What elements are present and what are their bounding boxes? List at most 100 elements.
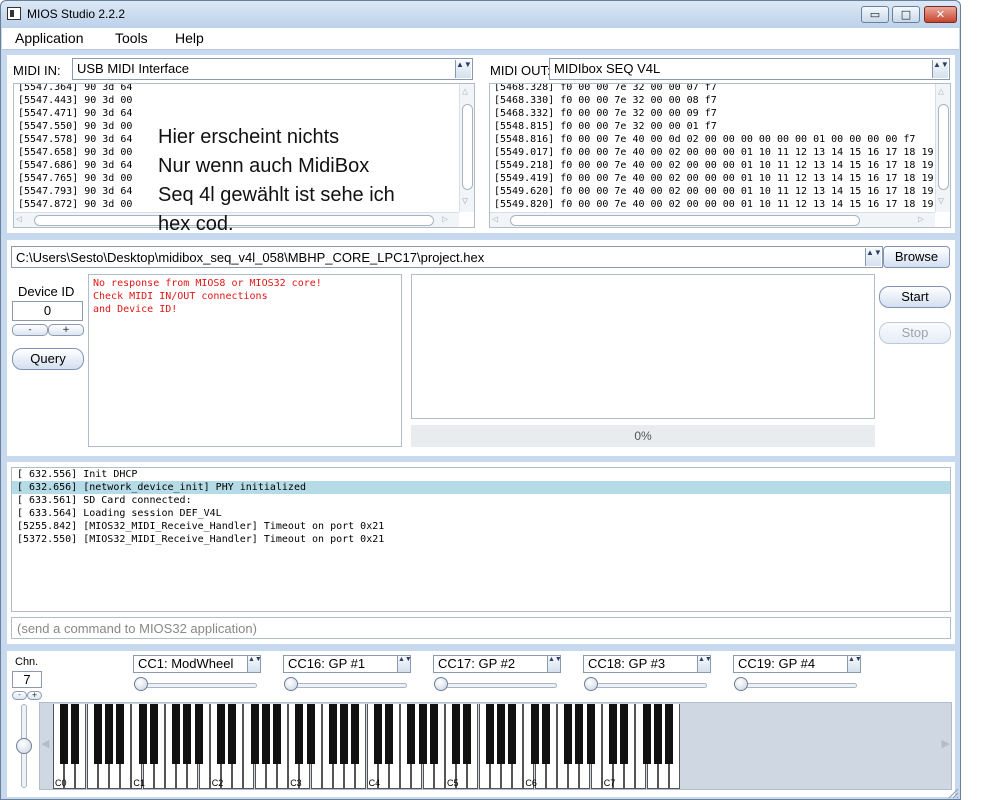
black-key[interactable] bbox=[116, 704, 125, 764]
close-button[interactable]: ✕ bbox=[924, 6, 957, 23]
scroll-up-icon[interactable]: △ bbox=[938, 86, 944, 98]
midi-out-vscrollbar[interactable]: △ ▽ bbox=[935, 84, 950, 212]
black-key[interactable] bbox=[530, 704, 539, 764]
channel-increment[interactable]: + bbox=[27, 691, 42, 700]
black-key[interactable] bbox=[228, 704, 237, 764]
cc-select[interactable]: CC1: ModWheel ▲▼ bbox=[133, 655, 262, 673]
cc-slider-knob[interactable] bbox=[434, 677, 448, 691]
menu-application[interactable]: Application bbox=[15, 30, 84, 46]
channel-field[interactable]: 7 bbox=[12, 671, 42, 688]
splitter-handle[interactable] bbox=[7, 234, 955, 239]
minimize-button[interactable]: ▭ bbox=[861, 6, 889, 23]
midi-out-select[interactable]: MIDIbox SEQ V4L ▲▼ bbox=[549, 58, 950, 80]
scroll-thumb[interactable] bbox=[938, 104, 949, 190]
keyboard-right-arrow-icon[interactable]: ▶ bbox=[942, 737, 950, 750]
scroll-down-icon[interactable]: ▽ bbox=[938, 196, 944, 208]
black-key[interactable] bbox=[609, 704, 617, 764]
black-key[interactable] bbox=[642, 704, 651, 764]
black-key[interactable] bbox=[306, 704, 315, 764]
command-input[interactable]: (send a command to MIOS32 application) bbox=[11, 617, 951, 639]
menu-tools[interactable]: Tools bbox=[115, 30, 148, 46]
black-key[interactable] bbox=[407, 704, 416, 764]
black-key[interactable] bbox=[586, 704, 595, 764]
splitter-handle[interactable] bbox=[7, 645, 955, 650]
black-key[interactable] bbox=[351, 704, 360, 764]
black-key[interactable] bbox=[385, 704, 393, 764]
black-key[interactable] bbox=[575, 704, 584, 764]
cc-slider-knob[interactable] bbox=[584, 677, 598, 691]
midi-out-monitor[interactable]: [5468.328] f0 00 00 7e 32 00 00 07 f7 [54… bbox=[489, 83, 951, 228]
title-bar[interactable]: MIOS Studio 2.2.2 ▭ □ ✕ bbox=[1, 1, 960, 28]
black-key[interactable] bbox=[497, 704, 505, 764]
cc-slider-track[interactable] bbox=[739, 683, 857, 688]
black-key[interactable] bbox=[564, 704, 573, 764]
black-key[interactable] bbox=[60, 704, 69, 764]
log-line: [5547.550] 90 3d 00 bbox=[18, 121, 133, 132]
stop-button[interactable]: Stop bbox=[879, 322, 951, 344]
black-key[interactable] bbox=[71, 704, 80, 764]
scroll-left-icon[interactable]: ◁ bbox=[492, 214, 498, 226]
browse-button[interactable]: Browse bbox=[883, 246, 950, 268]
cc-slider-track[interactable] bbox=[289, 683, 407, 688]
black-key[interactable] bbox=[429, 704, 438, 764]
scroll-up-icon[interactable]: △ bbox=[462, 86, 468, 98]
terminal-output[interactable]: [ 632.556] Init DHCP[ 632.656] [network_… bbox=[11, 467, 951, 612]
device-id-decrement[interactable]: - bbox=[12, 324, 48, 336]
chevron-updown-icon: ▲▼ bbox=[455, 60, 472, 78]
black-key[interactable] bbox=[273, 704, 281, 764]
black-key[interactable] bbox=[93, 704, 102, 764]
cc-select[interactable]: CC17: GP #2 ▲▼ bbox=[433, 655, 562, 673]
black-key[interactable] bbox=[194, 704, 203, 764]
menu-help[interactable]: Help bbox=[175, 30, 204, 46]
black-key[interactable] bbox=[463, 704, 472, 764]
black-key[interactable] bbox=[295, 704, 304, 764]
scroll-right-icon[interactable]: ▷ bbox=[918, 214, 924, 226]
cc-slider-knob[interactable] bbox=[284, 677, 298, 691]
channel-decrement[interactable]: - bbox=[12, 691, 27, 700]
black-key[interactable] bbox=[183, 704, 192, 764]
black-key[interactable] bbox=[508, 704, 517, 764]
black-key[interactable] bbox=[541, 704, 550, 764]
piano-keyboard[interactable]: ◀ ▶ C0 C1 C2 C3 C4 C5 C6 C7 bbox=[39, 702, 952, 790]
pitch-wheel-knob[interactable] bbox=[16, 738, 32, 754]
black-key[interactable] bbox=[418, 704, 427, 764]
black-key[interactable] bbox=[653, 704, 662, 764]
cc-slider-knob[interactable] bbox=[134, 677, 148, 691]
black-key[interactable] bbox=[340, 704, 349, 764]
device-id-increment[interactable]: + bbox=[48, 324, 84, 336]
black-key[interactable] bbox=[620, 704, 629, 764]
resize-grip-icon[interactable] bbox=[947, 787, 959, 799]
black-key[interactable] bbox=[217, 704, 225, 764]
scroll-thumb[interactable] bbox=[510, 215, 860, 226]
black-key[interactable] bbox=[149, 704, 158, 764]
scroll-left-icon[interactable]: ◁ bbox=[16, 214, 22, 226]
cc-slider-track[interactable] bbox=[589, 683, 707, 688]
black-key[interactable] bbox=[373, 704, 382, 764]
black-key[interactable] bbox=[105, 704, 113, 764]
start-button[interactable]: Start bbox=[879, 286, 951, 308]
black-key[interactable] bbox=[172, 704, 181, 764]
midi-in-select[interactable]: USB MIDI Interface ▲▼ bbox=[72, 58, 473, 80]
keyboard-left-arrow-icon[interactable]: ◀ bbox=[41, 737, 49, 750]
cc-slider-knob[interactable] bbox=[734, 677, 748, 691]
black-key[interactable] bbox=[485, 704, 494, 764]
cc-select[interactable]: CC16: GP #1 ▲▼ bbox=[283, 655, 412, 673]
midi-out-hscrollbar[interactable]: ◁ ▷ bbox=[490, 212, 935, 227]
cc-select[interactable]: CC18: GP #3 ▲▼ bbox=[583, 655, 712, 673]
black-key[interactable] bbox=[138, 704, 147, 764]
maximize-button[interactable]: □ bbox=[892, 6, 920, 23]
midi-in-vscrollbar[interactable]: △ ▽ bbox=[459, 84, 474, 212]
black-key[interactable] bbox=[665, 704, 673, 764]
device-id-field[interactable]: 0 bbox=[12, 301, 83, 321]
hex-file-select[interactable]: C:\Users\Sesto\Desktop\midibox_seq_v4l_0… bbox=[11, 246, 883, 268]
cc-select[interactable]: CC19: GP #4 ▲▼ bbox=[733, 655, 862, 673]
cc-slider-track[interactable] bbox=[139, 683, 257, 688]
black-key[interactable] bbox=[250, 704, 259, 764]
query-button[interactable]: Query bbox=[12, 348, 84, 370]
cc-slider-track[interactable] bbox=[439, 683, 557, 688]
scroll-thumb[interactable] bbox=[462, 104, 473, 190]
black-key[interactable] bbox=[329, 704, 337, 764]
black-key[interactable] bbox=[452, 704, 461, 764]
black-key[interactable] bbox=[261, 704, 270, 764]
scroll-down-icon[interactable]: ▽ bbox=[462, 196, 468, 208]
